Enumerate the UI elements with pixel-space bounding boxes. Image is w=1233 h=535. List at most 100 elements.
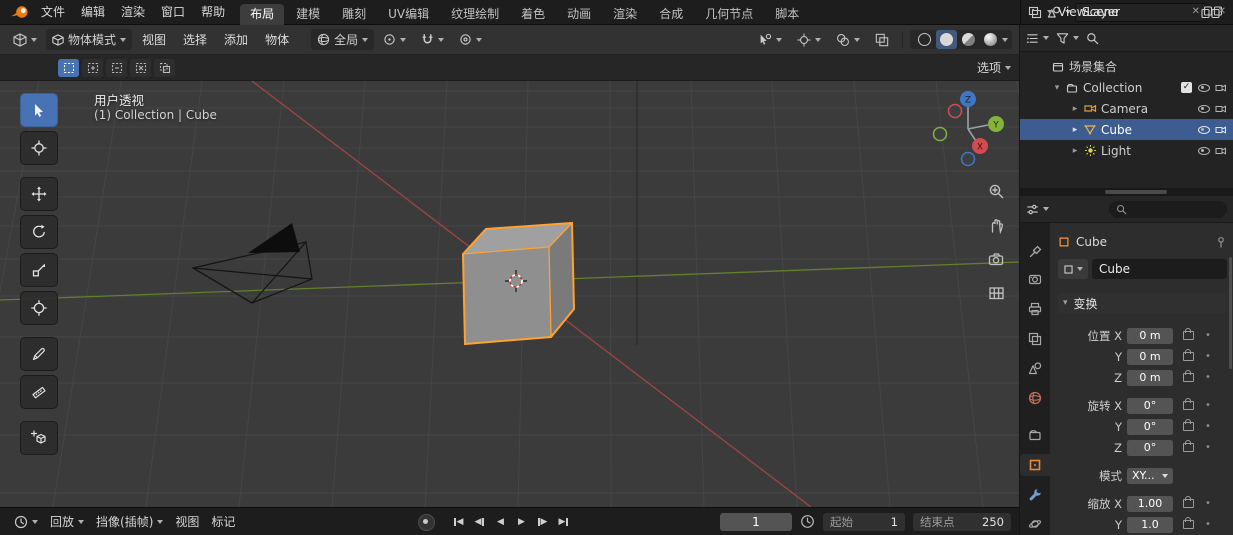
select-mode-invert-button[interactable] — [130, 58, 151, 77]
rotation-x-field[interactable]: 0° — [1127, 397, 1173, 414]
tab-render[interactable] — [1020, 269, 1050, 291]
scale-x-field[interactable]: 1.00 — [1127, 495, 1173, 512]
menu-select[interactable]: 选择 — [176, 29, 214, 50]
gizmo-z-negative[interactable] — [960, 151, 976, 167]
pin-icon[interactable] — [1215, 236, 1227, 248]
tab-rendering[interactable]: 渲染 — [603, 4, 647, 25]
outliner-item-collection[interactable]: ▾ Collection ✓ — [1020, 77, 1233, 98]
pivot-point-dropdown[interactable] — [377, 31, 412, 48]
animate-dot-icon[interactable]: • — [1205, 498, 1211, 509]
menu-view[interactable]: 视图 — [135, 29, 173, 50]
tab-modeling[interactable]: 建模 — [286, 4, 330, 25]
properties-editor-dropdown[interactable] — [1026, 203, 1049, 216]
camera-view-icon[interactable] — [986, 249, 1006, 269]
properties-vertical-scrollbar[interactable] — [1229, 257, 1232, 369]
previous-keyframe-button[interactable]: ◀ — [470, 514, 489, 531]
xray-toggle[interactable] — [869, 31, 895, 49]
jump-to-start-button[interactable]: ◀ — [449, 514, 468, 531]
outliner-item-light[interactable]: ▸ Light — [1020, 140, 1233, 161]
orthographic-grid-icon[interactable] — [986, 283, 1006, 303]
scale-y-field[interactable]: 1.0 — [1127, 516, 1173, 533]
rotation-z-field[interactable]: 0° — [1127, 439, 1173, 456]
shading-solid-button[interactable] — [936, 30, 957, 49]
tab-sculpting[interactable]: 雕刻 — [332, 4, 376, 25]
current-frame-field[interactable]: 1 — [720, 512, 792, 531]
select-mode-extend-button[interactable] — [82, 58, 103, 77]
location-x-field[interactable]: 0 m — [1127, 327, 1173, 344]
properties-search-field[interactable] — [1109, 200, 1227, 218]
object-id-type-button[interactable] — [1058, 259, 1088, 279]
lock-icon[interactable] — [1183, 495, 1194, 508]
jump-to-end-button[interactable]: ▶ — [554, 514, 573, 531]
move-tool[interactable] — [20, 177, 58, 211]
snap-dropdown[interactable] — [415, 31, 450, 48]
frame-end-field[interactable]: 结束点 250 — [913, 512, 1011, 531]
light-expand-icon[interactable]: ▸ — [1068, 146, 1082, 156]
tab-tool[interactable] — [1020, 239, 1050, 261]
options-dropdown[interactable]: 选项 — [977, 59, 1011, 76]
tab-object[interactable] — [1020, 454, 1050, 476]
lock-icon[interactable] — [1183, 327, 1194, 340]
outliner-horizontal-scrollbar[interactable] — [1105, 190, 1167, 194]
lock-icon[interactable] — [1183, 369, 1194, 382]
animate-dot-icon[interactable]: • — [1205, 400, 1211, 411]
collection-disable-render-icon[interactable] — [1212, 83, 1229, 93]
tab-texture-paint[interactable]: 纹理绘制 — [441, 4, 509, 25]
new-view-layer-icon[interactable] — [1201, 6, 1213, 18]
remove-view-layer-icon[interactable]: ✕ — [1218, 7, 1226, 17]
menu-file[interactable]: 文件 — [33, 0, 73, 24]
menu-window[interactable]: 窗口 — [153, 0, 193, 24]
select-mode-subtract-button[interactable] — [106, 58, 127, 77]
animate-dot-icon[interactable]: • — [1205, 421, 1211, 432]
gizmos-dropdown[interactable] — [791, 31, 827, 49]
cube-expand-icon[interactable]: ▸ — [1068, 125, 1082, 135]
add-cube-tool[interactable] — [20, 421, 58, 455]
select-mode-intersect-button[interactable] — [154, 58, 175, 77]
animate-dot-icon[interactable]: • — [1205, 372, 1211, 383]
collection-checkbox[interactable]: ✓ — [1181, 82, 1192, 93]
outliner-search-icon[interactable] — [1086, 32, 1099, 45]
outliner-item-cube[interactable]: ▸ Cube — [1020, 119, 1233, 140]
rotation-y-field[interactable]: 0° — [1127, 418, 1173, 435]
outliner-editor-dropdown[interactable] — [1026, 32, 1049, 45]
tab-shading[interactable]: 着色 — [511, 4, 555, 25]
collection-expand-icon[interactable]: ▾ — [1050, 83, 1064, 93]
overlays-dropdown[interactable] — [830, 31, 866, 49]
tab-layout[interactable]: 布局 — [240, 3, 285, 25]
timeline-editor-dropdown[interactable] — [8, 513, 44, 531]
animate-dot-icon[interactable]: • — [1205, 351, 1211, 362]
shading-options-caret[interactable] — [1002, 37, 1008, 42]
auto-keying-record-button[interactable] — [418, 513, 435, 531]
tab-output[interactable] — [1020, 298, 1050, 320]
tab-world[interactable] — [1020, 387, 1050, 409]
tab-physics[interactable] — [1020, 513, 1050, 535]
measure-tool[interactable] — [20, 375, 58, 409]
lock-icon[interactable] — [1183, 418, 1194, 431]
mode-dropdown[interactable]: 物体模式 — [46, 29, 133, 50]
transform-panel-header[interactable]: ▾ 变换 — [1058, 293, 1227, 313]
breadcrumb-object-name[interactable]: Cube — [1076, 235, 1107, 249]
tab-scripting[interactable]: 脚本 — [765, 4, 809, 25]
animate-dot-icon[interactable]: • — [1205, 330, 1211, 341]
select-mode-new-button[interactable] — [58, 58, 79, 77]
transform-tool[interactable] — [20, 291, 58, 325]
tab-animation[interactable]: 动画 — [557, 4, 601, 25]
view-menu[interactable]: 视图 — [169, 513, 205, 530]
menu-object[interactable]: 物体 — [258, 29, 296, 50]
annotate-tool[interactable] — [20, 337, 58, 371]
location-z-field[interactable]: 0 m — [1127, 369, 1173, 386]
pan-hand-icon[interactable] — [986, 215, 1006, 235]
collection-hide-eye-icon[interactable] — [1197, 83, 1210, 92]
outliner-filter-dropdown[interactable] — [1056, 32, 1079, 45]
animate-dot-icon[interactable]: • — [1205, 519, 1211, 530]
keying-menu[interactable]: 挡像(插帧) — [90, 513, 169, 530]
object-name-field[interactable]: Cube — [1092, 259, 1227, 279]
menu-edit[interactable]: 编辑 — [73, 0, 113, 24]
outliner-item-camera[interactable]: ▸ Camera — [1020, 98, 1233, 119]
playback-menu[interactable]: 回放 — [44, 513, 90, 530]
tab-geometry-nodes[interactable]: 几何节点 — [695, 4, 763, 25]
frame-start-field[interactable]: 起始 1 — [823, 512, 905, 531]
menu-render[interactable]: 渲染 — [113, 0, 153, 24]
markers-menu[interactable]: 标记 — [205, 513, 241, 530]
proportional-editing-dropdown[interactable] — [453, 31, 488, 48]
